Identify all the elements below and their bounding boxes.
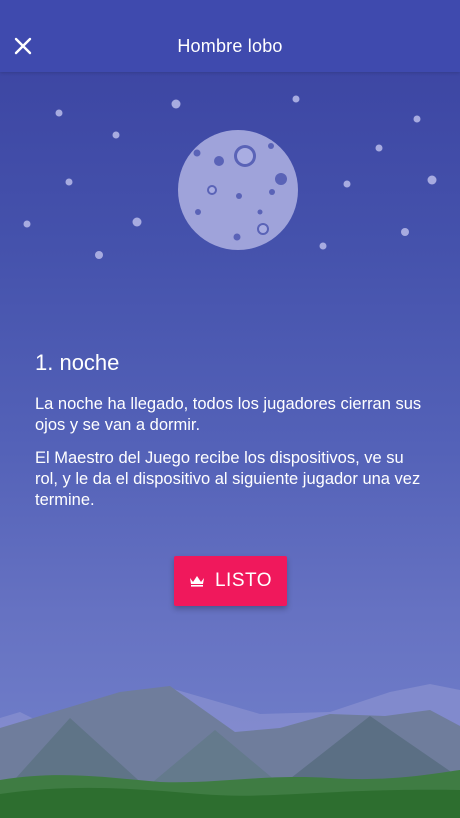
ready-button[interactable]: LISTO: [174, 556, 287, 606]
ready-button-label: LISTO: [214, 570, 273, 591]
night-description: La noche ha llegado, todos los jugadores…: [35, 395, 422, 434]
mountain-landscape: [0, 684, 460, 818]
page-title: Hombre lobo: [177, 36, 283, 56]
game-master-instructions: El Maestro del Juego recibe los disposit…: [35, 449, 421, 509]
app-bar: Hombre lobo: [0, 0, 460, 72]
night-sky-illustration: [23, 95, 437, 259]
crown-icon: [189, 576, 204, 587]
night-content: 1. noche La noche ha llegado, todos los …: [35, 350, 425, 523]
moon-icon: [178, 130, 298, 250]
night-heading: 1. noche: [35, 350, 120, 375]
